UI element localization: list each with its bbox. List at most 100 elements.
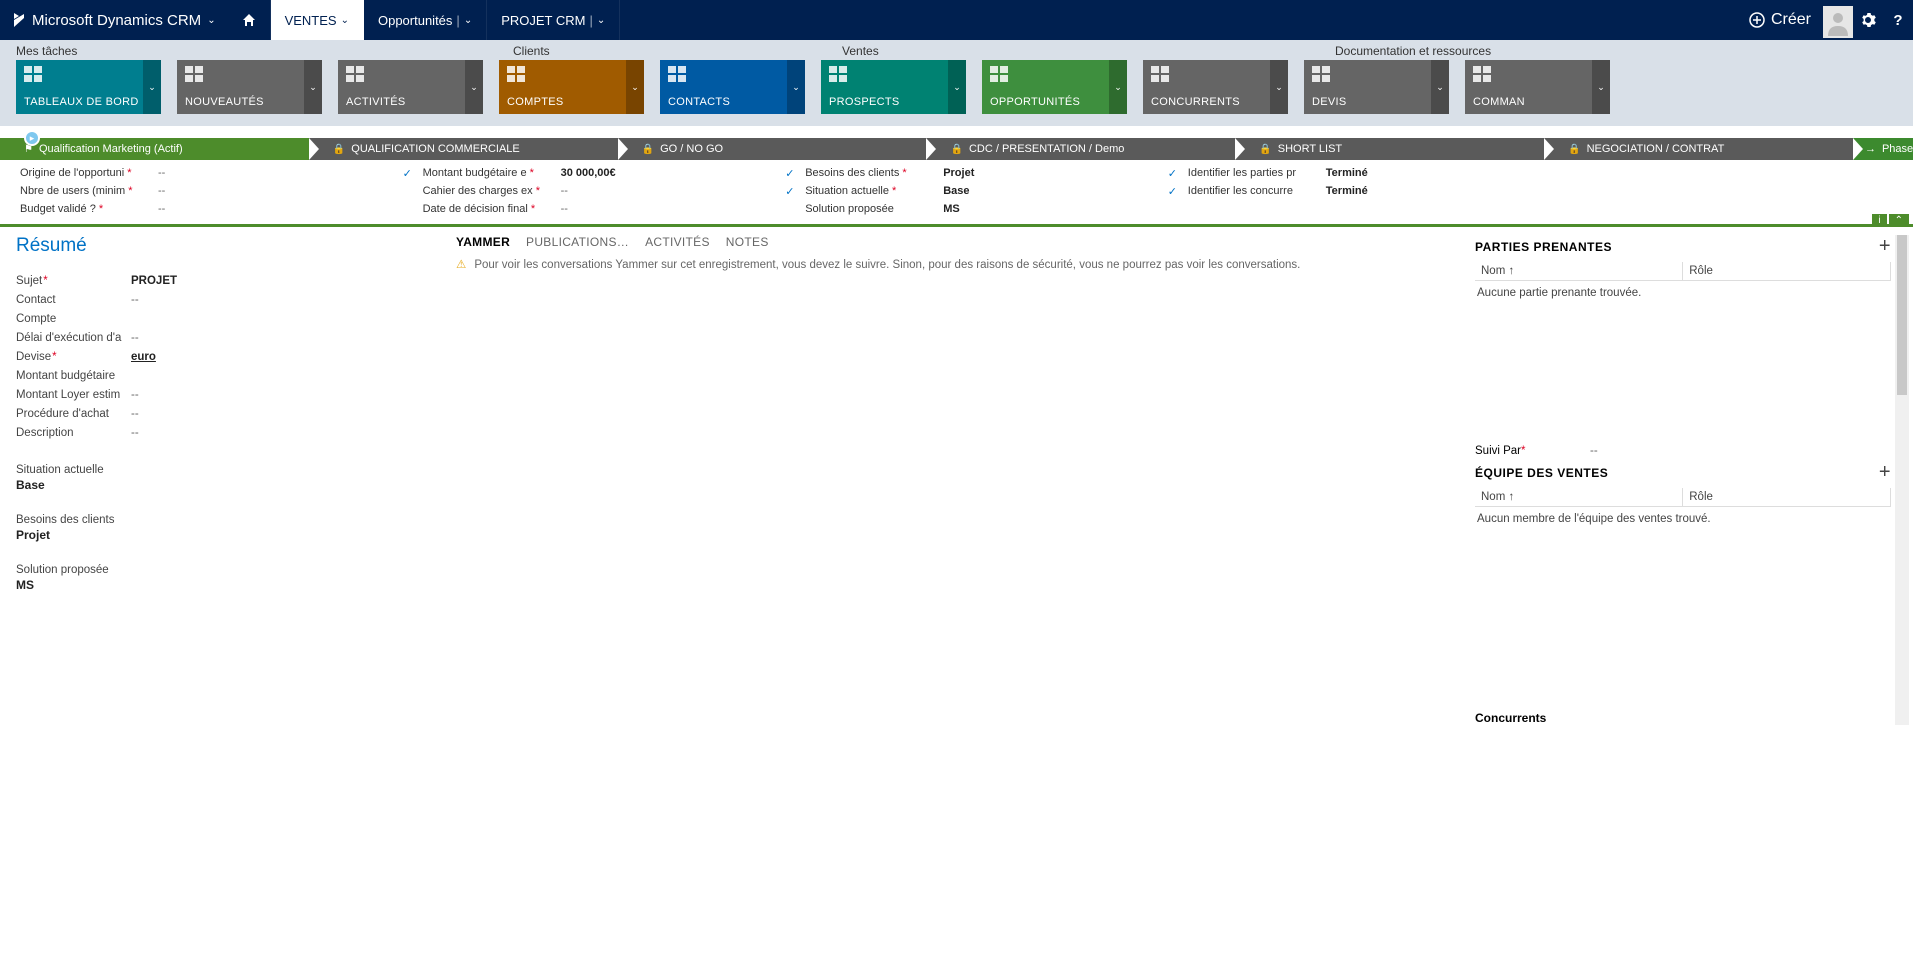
resume-block[interactable]: Besoins des clientsProjet: [16, 514, 456, 542]
stage-detail-row[interactable]: ✓Besoins des clients *Projet: [785, 164, 1128, 182]
stage-detail-row[interactable]: Date de décision final *--: [403, 200, 746, 218]
parties-title: PARTIES PRENANTES: [1475, 240, 1612, 254]
vertical-scrollbar[interactable]: [1895, 235, 1909, 725]
process-stage[interactable]: ⚑Qualification Marketing (Actif): [0, 138, 309, 160]
warning-icon: ⚠: [456, 257, 466, 273]
suivi-par-row: Suivi Par* --: [1475, 445, 1891, 457]
tile-icon: [185, 66, 314, 84]
brand-menu[interactable]: Microsoft Dynamics CRM ⌄: [0, 0, 228, 40]
block-label: Situation actuelle: [16, 464, 456, 476]
resume-field-row[interactable]: Description--: [16, 423, 456, 442]
stage-field-value: MS: [943, 203, 960, 215]
field-label: Montant Loyer estim: [16, 389, 131, 401]
activity-tab[interactable]: ACTIVITÉS: [645, 235, 710, 249]
stage-detail-row[interactable]: Origine de l'opportuni *--: [20, 164, 363, 182]
field-label: Procédure d'achat: [16, 408, 131, 420]
nav-help[interactable]: ?: [1883, 0, 1913, 40]
tile-devis[interactable]: DEVIS ⌄: [1304, 60, 1449, 114]
tile-dropdown[interactable]: ⌄: [143, 60, 161, 114]
resume-field-row[interactable]: Sujet*PROJET: [16, 271, 456, 290]
add-equipe-button[interactable]: +: [1879, 461, 1891, 484]
field-value[interactable]: euro: [131, 351, 156, 363]
nav-user[interactable]: [1823, 0, 1853, 40]
nav-projet-crm[interactable]: PROJET CRM|⌄: [487, 0, 620, 40]
resume-field-row[interactable]: Devise*euro: [16, 347, 456, 366]
tile-comman[interactable]: COMMAN ⌄: [1465, 60, 1610, 114]
resume-field-row[interactable]: Délai d'exécution d'a--: [16, 328, 456, 347]
stage-info-button[interactable]: i: [1872, 214, 1886, 227]
tile-label: CONTACTS: [668, 96, 797, 108]
tile-dropdown[interactable]: ⌄: [1592, 60, 1610, 114]
dynamics-logo-icon: [12, 13, 26, 27]
process-stage[interactable]: 🔒GO / NO GO: [618, 138, 927, 160]
resume-field-row[interactable]: Montant Loyer estim--: [16, 385, 456, 404]
parties-col-role[interactable]: Rôle: [1683, 262, 1891, 281]
add-partie-button[interactable]: +: [1879, 235, 1891, 258]
equipe-col-role[interactable]: Rôle: [1683, 488, 1891, 507]
nav-creer[interactable]: Créer: [1737, 0, 1823, 40]
process-stage[interactable]: 🔒NEGOCIATION / CONTRAT: [1544, 138, 1853, 160]
stage-field-value: Terminé: [1326, 167, 1368, 179]
equipe-col-nom[interactable]: Nom ↑: [1475, 488, 1683, 507]
tile-dropdown[interactable]: ⌄: [1270, 60, 1288, 114]
tile-label: COMPTES: [507, 96, 636, 108]
resume-field-row[interactable]: Montant budgétaire: [16, 366, 456, 385]
stage-detail-row[interactable]: Nbre de users (minim *--: [20, 182, 363, 200]
process-stage-next[interactable]: →Phase Sui…: [1853, 138, 1913, 160]
concurrents-title: Concurrents: [1475, 711, 1891, 725]
tile-dropdown[interactable]: ⌄: [304, 60, 322, 114]
tile-contacts[interactable]: CONTACTS ⌄: [660, 60, 805, 114]
stage-detail-row[interactable]: Budget validé ? *--: [20, 200, 363, 218]
activity-tab[interactable]: PUBLICATIONS…: [526, 235, 629, 249]
nav-ventes[interactable]: VENTES⌄: [271, 0, 364, 40]
stage-detail-row[interactable]: ✓Situation actuelle *Base: [785, 182, 1128, 200]
tile-dropdown[interactable]: ⌄: [465, 60, 483, 114]
resume-field-row[interactable]: Contact--: [16, 290, 456, 309]
stage-detail-row[interactable]: ✓Identifier les concurreTerminé: [1168, 182, 1511, 200]
process-stage[interactable]: 🔒CDC / PRESENTATION / Demo: [926, 138, 1235, 160]
process-stage[interactable]: 🔒QUALIFICATION COMMERCIALE: [309, 138, 618, 160]
tile-comptes[interactable]: COMPTES ⌄: [499, 60, 644, 114]
stage-field-label: Solution proposée: [805, 203, 935, 215]
stage-detail-row[interactable]: Solution proposée MS: [785, 200, 1128, 218]
resume-block[interactable]: Situation actuelleBase: [16, 464, 456, 492]
nav-opportunites[interactable]: Opportunités|⌄: [364, 0, 487, 40]
process-stage[interactable]: 🔒SHORT LIST: [1235, 138, 1544, 160]
resume-title: Résumé: [16, 235, 456, 257]
stage-detail-row[interactable]: ✓Montant budgétaire e *30 000,00€: [403, 164, 746, 182]
resume-field-row[interactable]: Procédure d'achat--: [16, 404, 456, 423]
stage-field-value: Base: [943, 185, 969, 197]
tile-nouveaut-s[interactable]: NOUVEAUTÉS ⌄: [177, 60, 322, 114]
parties-col-nom[interactable]: Nom ↑: [1475, 262, 1683, 281]
tile-tableaux-de-bord[interactable]: TABLEAUX DE BORD ⌄: [16, 60, 161, 114]
tile-prospects[interactable]: PROSPECTS ⌄: [821, 60, 966, 114]
stage-field-label: Identifier les concurre: [1188, 185, 1318, 197]
stage-collapse-button[interactable]: ⌃: [1889, 214, 1909, 227]
resume-block[interactable]: Solution proposéeMS: [16, 564, 456, 592]
tile-dropdown[interactable]: ⌄: [626, 60, 644, 114]
tile-activit-s[interactable]: ACTIVITÉS ⌄: [338, 60, 483, 114]
stage-label: QUALIFICATION COMMERCIALE: [351, 143, 519, 155]
nav-home[interactable]: [228, 0, 271, 40]
tile-concurrents[interactable]: CONCURRENTS ⌄: [1143, 60, 1288, 114]
stage-field-value: --: [158, 203, 165, 215]
tile-dropdown[interactable]: ⌄: [1109, 60, 1127, 114]
stage-label: GO / NO GO: [660, 143, 723, 155]
resume-column: Résumé Sujet*PROJETContact--CompteDélai …: [16, 235, 456, 725]
activities-column: YAMMERPUBLICATIONS…ACTIVITÉSNOTES ⚠ Pour…: [456, 235, 1475, 725]
tile-dropdown[interactable]: ⌄: [1431, 60, 1449, 114]
field-label: Montant budgétaire: [16, 370, 131, 382]
activity-tab[interactable]: NOTES: [726, 235, 769, 249]
field-label: Contact: [16, 294, 131, 306]
scrollbar-thumb[interactable]: [1897, 235, 1907, 395]
resume-field-row[interactable]: Compte: [16, 309, 456, 328]
tile-dropdown[interactable]: ⌄: [787, 60, 805, 114]
tile-opportunit-s[interactable]: OPPORTUNITÉS ⌄: [982, 60, 1127, 114]
tile-dropdown[interactable]: ⌄: [948, 60, 966, 114]
stage-detail-row[interactable]: ✓Identifier les parties prTerminé: [1168, 164, 1511, 182]
stage-label: NEGOCIATION / CONTRAT: [1587, 143, 1725, 155]
stage-detail-row[interactable]: Cahier des charges ex *--: [403, 182, 746, 200]
chevron-down-icon: ⌄: [207, 15, 215, 26]
activity-tab[interactable]: YAMMER: [456, 235, 510, 249]
nav-settings[interactable]: [1853, 0, 1883, 40]
